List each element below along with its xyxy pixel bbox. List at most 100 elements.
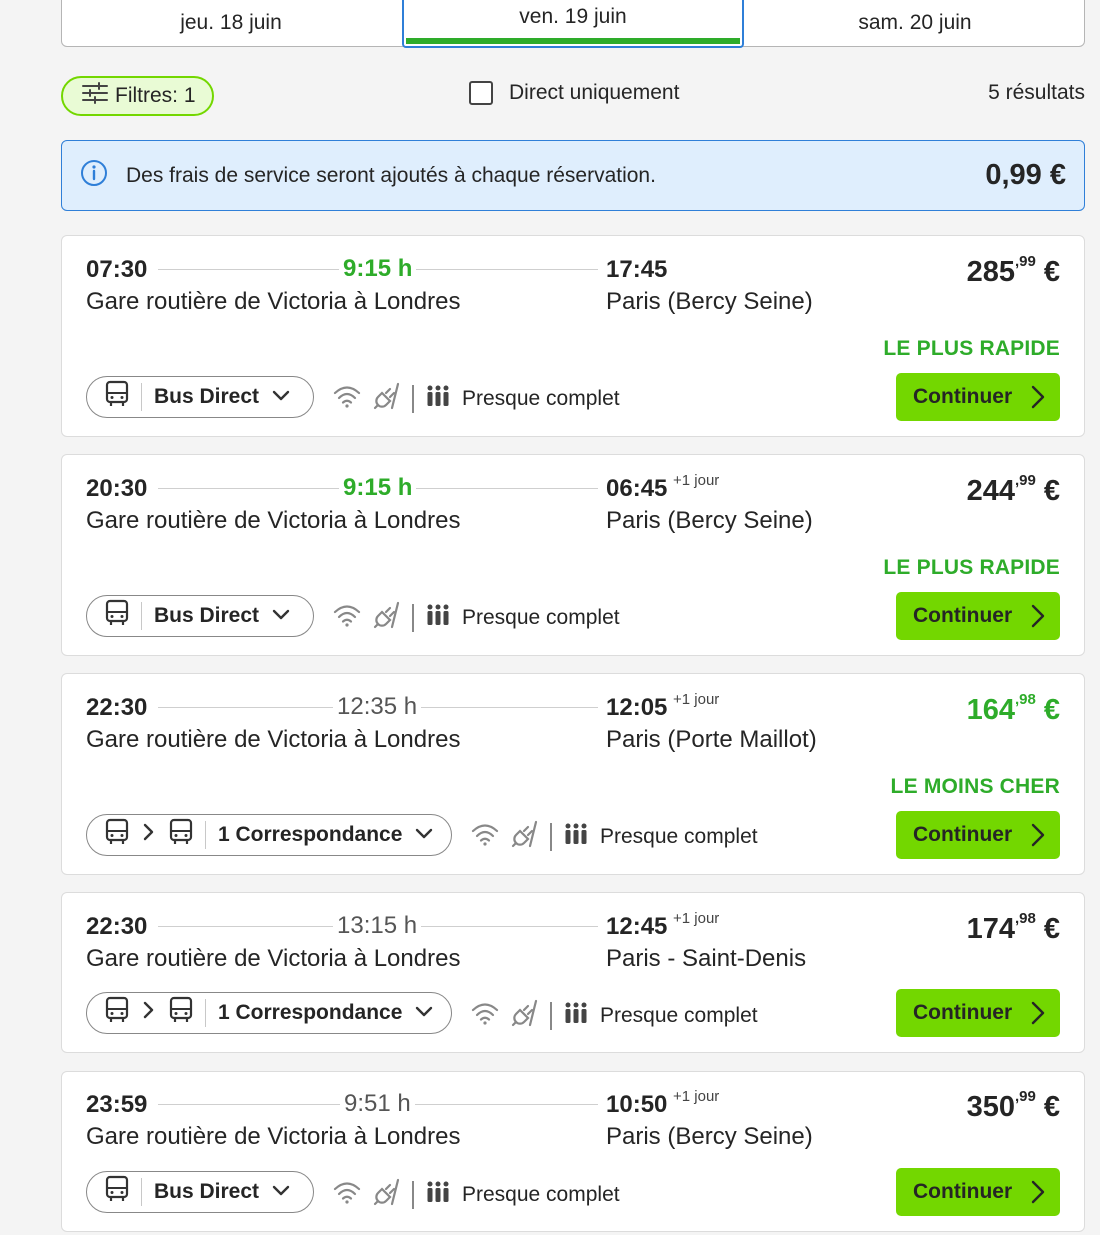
filters-button[interactable]: Filtres: 1 bbox=[61, 76, 214, 116]
price-currency: € bbox=[1035, 475, 1060, 507]
pill-divider bbox=[141, 602, 142, 630]
price-cents: ,99 bbox=[1014, 253, 1036, 271]
departure-station: Gare routière de Victoria à Londres bbox=[86, 1123, 461, 1150]
chevron-down-icon bbox=[271, 1180, 291, 1204]
amenity-divider bbox=[412, 384, 414, 413]
mode-dropdown[interactable]: 1 Correspondance bbox=[86, 814, 452, 856]
amenity-divider bbox=[412, 1180, 414, 1209]
mode-dropdown[interactable]: 1 Correspondance bbox=[86, 992, 452, 1034]
bus-icon bbox=[169, 818, 193, 852]
occupancy-status: Presque complet bbox=[462, 1182, 620, 1206]
occupancy-status: Presque complet bbox=[600, 1003, 758, 1027]
power-plug-icon bbox=[372, 381, 402, 416]
sliders-icon bbox=[81, 81, 109, 111]
departure-station: Gare routière de Victoria à Londres bbox=[86, 288, 461, 315]
trip-card: 07:30 9:15 h 17:45 Gare routière de Vict… bbox=[61, 235, 1085, 437]
wifi-icon bbox=[332, 602, 362, 633]
amenities: Presque complet bbox=[470, 819, 758, 854]
price-cents: ,98 bbox=[1014, 910, 1036, 928]
mode-label: Bus Direct bbox=[154, 385, 260, 408]
date-tab-selected[interactable]: ven. 19 juin bbox=[402, 0, 744, 48]
arrival-time: 17:45 bbox=[606, 256, 668, 283]
date-tab-prev[interactable]: jeu. 18 juin bbox=[62, 0, 400, 46]
continue-label: Continuer bbox=[913, 604, 1013, 627]
trip-card: 23:59 9:51 h 10:50 +1 jour Gare routière… bbox=[61, 1071, 1085, 1232]
next-day-indicator: +1 jour bbox=[673, 472, 720, 489]
bus-icon bbox=[105, 1175, 129, 1209]
mode-dropdown[interactable]: Bus Direct bbox=[86, 1171, 314, 1213]
trip-duration: 9:51 h bbox=[340, 1090, 415, 1118]
arrival-time: 06:45 bbox=[606, 475, 668, 502]
price-main: 244 bbox=[966, 475, 1015, 507]
occupancy-status: Presque complet bbox=[600, 824, 758, 848]
continue-button[interactable]: Continuer bbox=[896, 592, 1060, 640]
continue-button[interactable]: Continuer bbox=[896, 989, 1060, 1037]
amenities: Presque complet bbox=[332, 600, 620, 635]
date-tabs: jeu. 18 juin ven. 19 juin sam. 20 juin bbox=[61, 0, 1085, 48]
continue-button[interactable]: Continuer bbox=[896, 1168, 1060, 1216]
wifi-icon bbox=[470, 1000, 500, 1031]
direct-only-toggle[interactable]: Direct uniquement bbox=[469, 81, 679, 105]
power-plug-icon bbox=[510, 819, 540, 854]
bus-icon bbox=[105, 818, 129, 852]
chevron-right-icon bbox=[1030, 1000, 1046, 1032]
chevron-down-icon bbox=[414, 823, 434, 847]
results-count: 5 résultats bbox=[988, 81, 1085, 104]
mode-dropdown[interactable]: Bus Direct bbox=[86, 595, 314, 637]
passengers-icon bbox=[426, 603, 450, 632]
price-main: 285 bbox=[966, 256, 1015, 288]
trip-card: 22:30 13:15 h 12:45 +1 jour Gare routièr… bbox=[61, 892, 1085, 1053]
trip-duration: 13:15 h bbox=[333, 912, 422, 940]
arrival-station: Paris (Bercy Seine) bbox=[606, 507, 813, 534]
continue-label: Continuer bbox=[913, 1180, 1013, 1203]
date-tab-next[interactable]: sam. 20 juin bbox=[746, 0, 1084, 46]
chevron-right-icon bbox=[1030, 1179, 1046, 1211]
continue-button[interactable]: Continuer bbox=[896, 373, 1060, 421]
passengers-icon bbox=[564, 1001, 588, 1030]
power-plug-icon bbox=[372, 1177, 402, 1212]
pill-divider bbox=[141, 383, 142, 411]
amenities: Presque complet bbox=[470, 998, 758, 1033]
mode-label: 1 Correspondance bbox=[218, 1001, 403, 1024]
passengers-icon bbox=[564, 822, 588, 851]
price-currency: € bbox=[1035, 1091, 1060, 1123]
info-icon bbox=[80, 159, 108, 192]
arrival-station: Paris (Bercy Seine) bbox=[606, 288, 813, 315]
pill-divider bbox=[205, 821, 206, 849]
amenity-divider bbox=[550, 822, 552, 851]
chevron-right-icon bbox=[1030, 384, 1046, 416]
mode-label: 1 Correspondance bbox=[218, 823, 403, 846]
power-plug-icon bbox=[372, 600, 402, 635]
price-currency: € bbox=[1035, 256, 1060, 288]
arrival-time: 10:50 bbox=[606, 1091, 668, 1118]
next-day-indicator: +1 jour bbox=[673, 691, 720, 708]
bus-icon bbox=[105, 599, 129, 633]
mode-dropdown[interactable]: Bus Direct bbox=[86, 376, 314, 418]
trip-duration: 12:35 h bbox=[333, 693, 422, 721]
direct-only-checkbox[interactable] bbox=[469, 81, 493, 105]
continue-label: Continuer bbox=[913, 1001, 1013, 1024]
price-main: 164 bbox=[966, 694, 1015, 726]
price-cents: ,99 bbox=[1014, 472, 1036, 490]
passengers-icon bbox=[426, 384, 450, 413]
occupancy-status: Presque complet bbox=[462, 605, 620, 629]
chevron-right-icon bbox=[1030, 603, 1046, 635]
wifi-icon bbox=[332, 383, 362, 414]
cheapest-badge: LE MOINS CHER bbox=[890, 775, 1060, 798]
continue-label: Continuer bbox=[913, 823, 1013, 846]
continue-button[interactable]: Continuer bbox=[896, 811, 1060, 859]
amenities: Presque complet bbox=[332, 1177, 620, 1212]
arrival-station: Paris (Porte Maillot) bbox=[606, 726, 817, 753]
price-currency: € bbox=[1035, 694, 1060, 726]
trip-price: 244,99 € bbox=[966, 472, 1060, 508]
departure-station: Gare routière de Victoria à Londres bbox=[86, 507, 461, 534]
wifi-icon bbox=[332, 1179, 362, 1210]
departure-station: Gare routière de Victoria à Londres bbox=[86, 726, 461, 753]
trip-card: 22:30 12:35 h 12:05 +1 jour Gare routièr… bbox=[61, 673, 1085, 875]
occupancy-status: Presque complet bbox=[462, 386, 620, 410]
trip-price: 350,99 € bbox=[967, 1088, 1060, 1124]
next-day-indicator: +1 jour bbox=[673, 910, 720, 927]
arrival-time: 12:05 bbox=[606, 694, 668, 721]
trip-duration: 9:15 h bbox=[339, 474, 417, 502]
service-fee-banner: Des frais de service seront ajoutés à ch… bbox=[61, 140, 1085, 211]
